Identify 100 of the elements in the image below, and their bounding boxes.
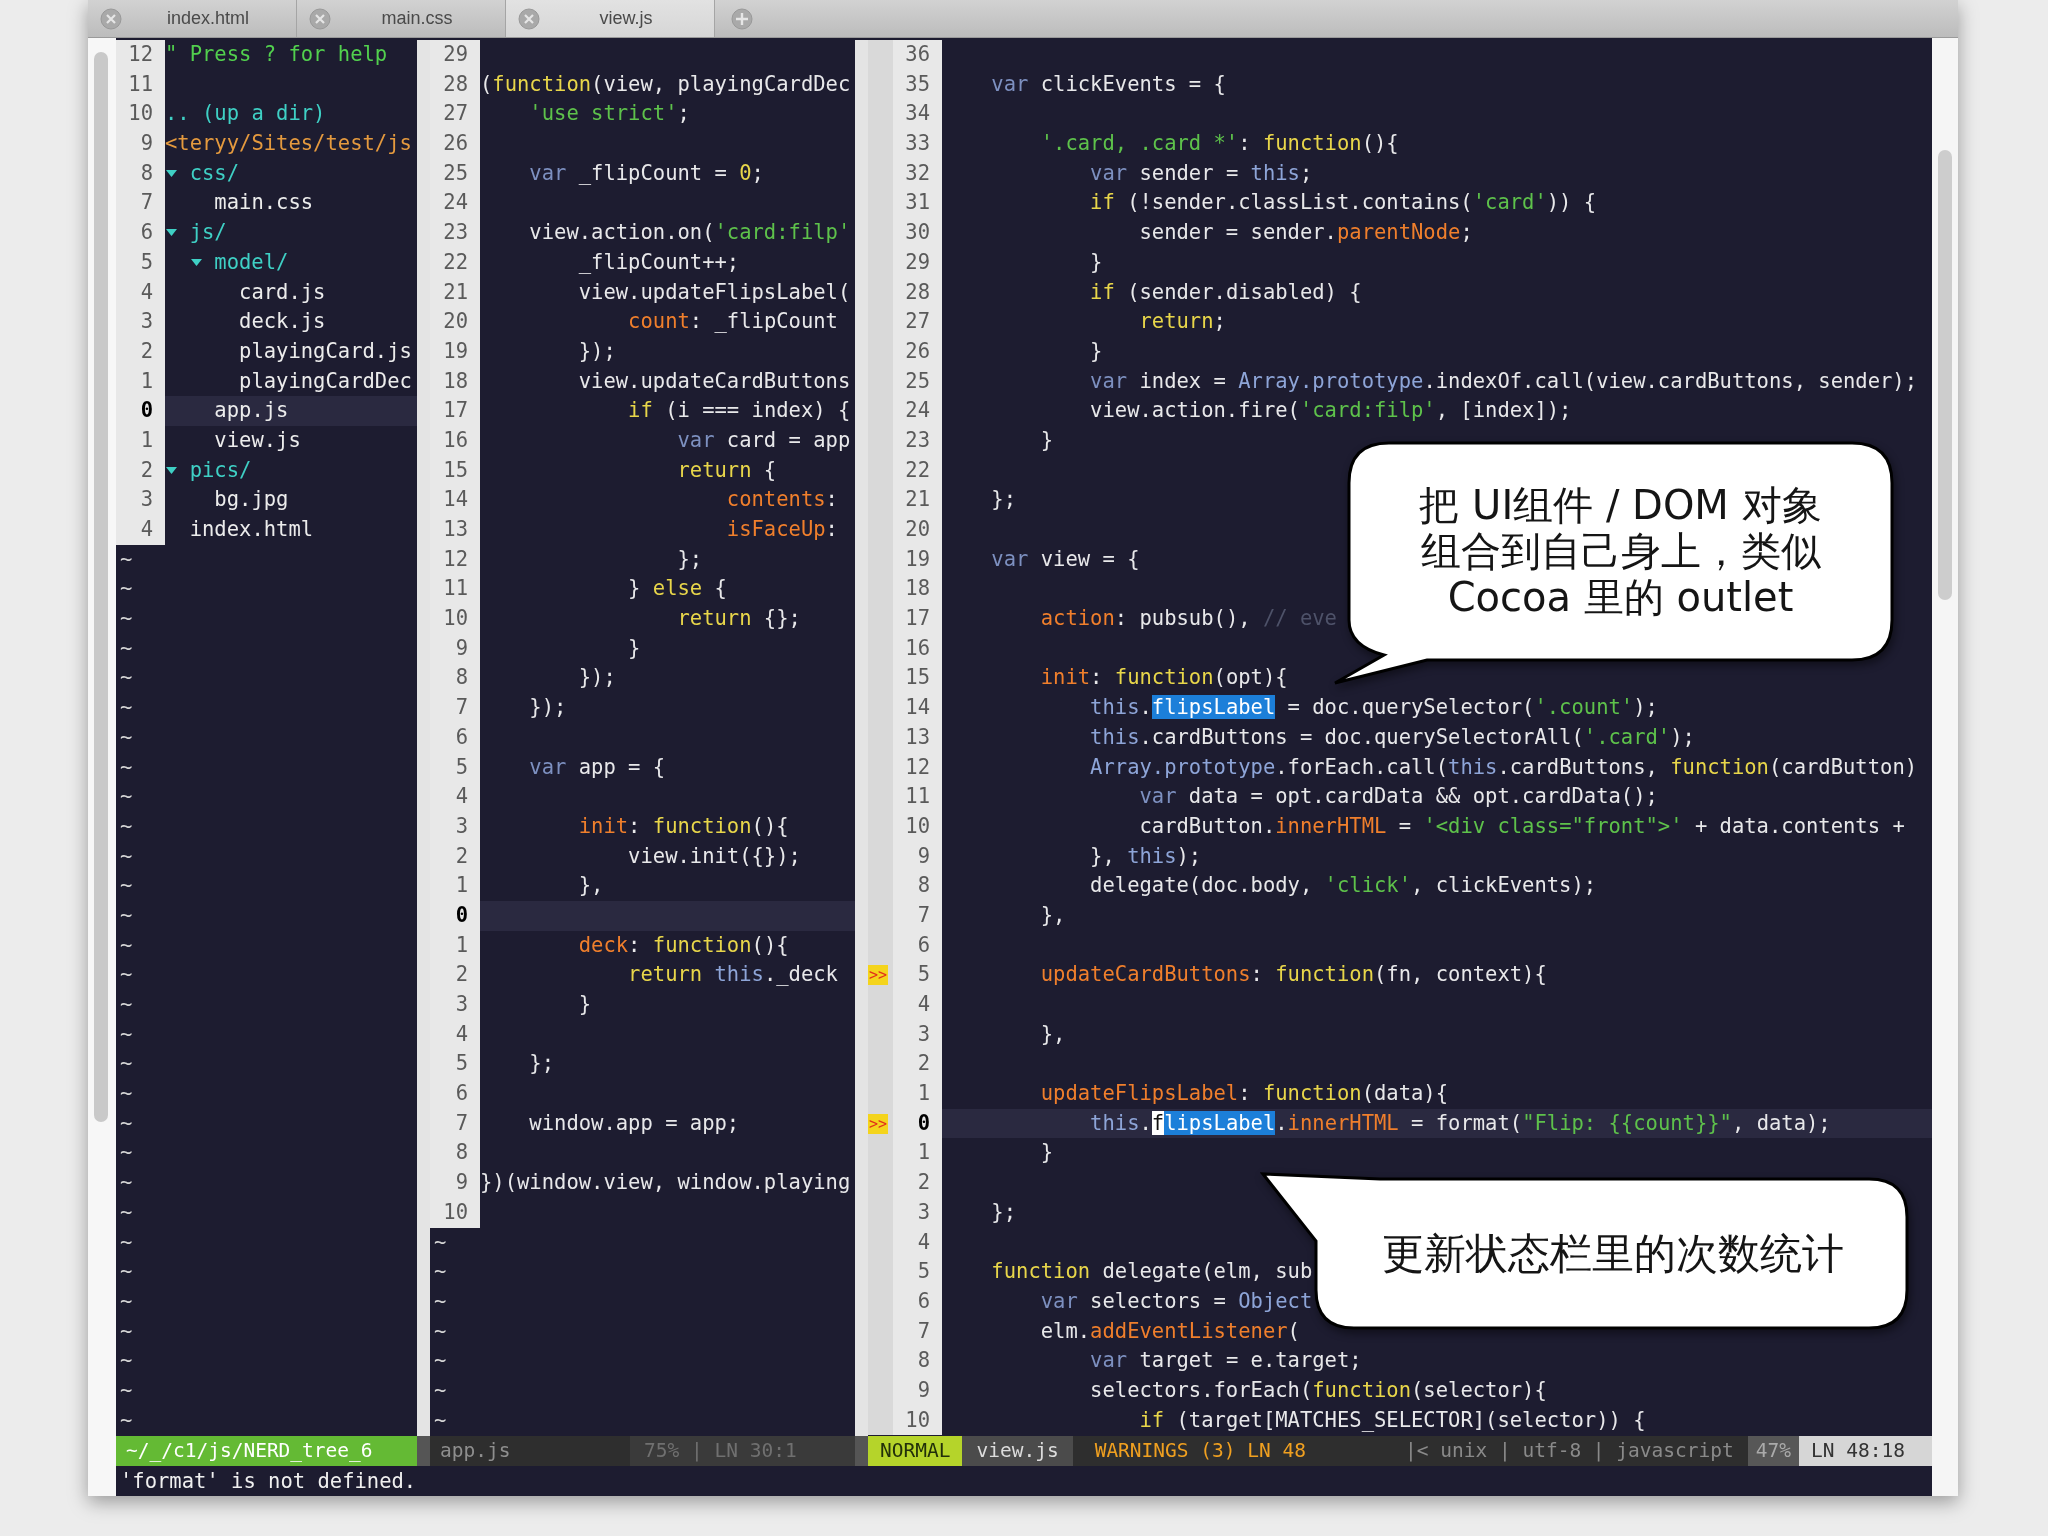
line-number: 36 <box>893 40 942 70</box>
close-icon[interactable] <box>518 7 540 30</box>
code-line: return; <box>1138 308 1226 336</box>
line-number: 21 <box>430 277 480 308</box>
folder-name[interactable]: js/ <box>189 218 227 248</box>
scrollbar-thumb[interactable] <box>1938 150 1952 600</box>
line-number: 30 <box>893 218 942 248</box>
error-message: 'format' is not defined. <box>120 1469 417 1493</box>
line-number: 10 <box>893 811 942 842</box>
filler-tilde: ~ <box>433 1347 447 1375</box>
code-line: contents: <box>725 486 838 514</box>
line-number: 7 <box>430 1108 480 1139</box>
close-icon[interactable] <box>309 7 331 30</box>
filler-tilde: ~ <box>119 931 133 959</box>
line-number: 2 <box>430 841 480 872</box>
file-name[interactable]: view.js <box>214 425 301 456</box>
filler-tilde: ~ <box>119 694 133 722</box>
line-number: 18 <box>430 366 480 397</box>
line-number: 29 <box>893 247 942 278</box>
tab[interactable]: view.js <box>506 0 715 37</box>
line-number: 2 <box>893 1168 942 1198</box>
code-line: updateCardButtons: function(fn, context){ <box>1039 961 1547 989</box>
line-number: 13 <box>893 722 942 753</box>
line-number: 4 <box>893 1227 942 1258</box>
line-number: 8 <box>430 1138 480 1169</box>
line-number: 2 <box>116 336 165 367</box>
code-line: }, <box>1039 901 1066 929</box>
line-number: 34 <box>893 99 942 130</box>
line-number: 19 <box>430 336 480 367</box>
plus-icon[interactable] <box>731 7 753 30</box>
file-name[interactable]: deck.js <box>239 307 326 337</box>
line-number: 2 <box>893 1049 942 1080</box>
line-number: 7 <box>430 693 480 723</box>
filler-tilde: ~ <box>119 605 133 633</box>
line-number: 23 <box>893 425 942 456</box>
filler-tilde: ~ <box>119 1139 133 1167</box>
file-name[interactable]: card.js <box>239 277 326 308</box>
filler-tilde: ~ <box>433 1228 447 1256</box>
file-name[interactable]: index.html <box>189 515 314 545</box>
code-line: }; <box>676 545 703 573</box>
filler-tilde: ~ <box>119 1376 133 1404</box>
code-line: return { <box>676 456 777 484</box>
line-number: 9 <box>893 1375 942 1406</box>
filler-tilde: ~ <box>119 545 133 573</box>
code-line: window.app = app; <box>528 1109 740 1137</box>
callout-text: 组合到自己身上，类似 <box>1420 527 1821 574</box>
file-name[interactable]: playingCard.js <box>239 336 412 367</box>
parent-dir-link[interactable]: .. (up a dir) <box>165 99 326 130</box>
line-number: 24 <box>893 396 942 426</box>
file-name[interactable]: bg.jpg <box>214 485 289 515</box>
filler-tilde: ~ <box>119 1258 133 1286</box>
file-info: |< unix | utf-8 | javascript <box>1404 1438 1735 1464</box>
tab[interactable]: main.css <box>297 0 506 37</box>
line-number: 1 <box>430 930 480 961</box>
folder-name[interactable]: model/ <box>214 247 289 278</box>
file-name[interactable]: main.css <box>214 188 314 219</box>
filler-tilde: ~ <box>119 1050 133 1078</box>
warning-sign: >> <box>868 1113 889 1134</box>
folder-name[interactable]: pics/ <box>189 455 252 486</box>
code-line: 'use strict'; <box>528 100 690 128</box>
line-number: 8 <box>893 871 942 901</box>
line-number: 1 <box>116 425 165 456</box>
line-number: 5 <box>116 247 165 278</box>
line-number: 5 <box>893 960 942 990</box>
line-number: 0 <box>430 900 480 931</box>
code-line: }); <box>577 664 616 692</box>
filler-tilde: ~ <box>119 753 133 781</box>
line-number: 5 <box>430 1049 480 1080</box>
line-number: 18 <box>893 574 942 605</box>
line-number: 7 <box>116 188 165 219</box>
line-number: 6 <box>116 218 165 248</box>
line-number: 14 <box>893 693 942 723</box>
scroll-percent: 47% <box>1747 1436 1799 1466</box>
code-line: updateFlipsLabel: function(data){ <box>1039 1080 1449 1108</box>
line-number: 9 <box>116 129 165 159</box>
close-icon[interactable] <box>100 7 122 30</box>
line-number: 12 <box>430 544 480 575</box>
tab[interactable]: index.html <box>88 0 297 37</box>
file-name[interactable]: playingCardDec <box>239 366 412 397</box>
line-number: 11 <box>893 782 942 812</box>
folder-name[interactable]: css/ <box>189 158 240 189</box>
code-line: } <box>1039 426 1054 454</box>
code-line: view.action.on('card:filp' <box>528 219 851 247</box>
filler-tilde: ~ <box>119 812 133 840</box>
code-line: deck: function(){ <box>577 931 789 959</box>
line-number: 10 <box>430 1197 480 1228</box>
code-line: }, <box>577 872 604 900</box>
line-number: 11 <box>116 69 165 100</box>
line-number: 6 <box>893 930 942 961</box>
code-line: } <box>577 991 592 1018</box>
filler-tilde: ~ <box>119 1287 133 1315</box>
code-line: return {}; <box>676 605 801 633</box>
scrollbar-thumb[interactable] <box>94 52 108 1122</box>
file-name[interactable]: app.js <box>214 396 289 426</box>
code-line: elm.addEventListener( <box>1039 1317 1300 1345</box>
filler-tilde: ~ <box>433 1376 447 1404</box>
statusline-file: app.js <box>439 1438 511 1464</box>
statusline-path: ~/_/c1/js/NERD_tree_6 <box>116 1436 417 1466</box>
cursor-position: LN 48:18 <box>1799 1436 1932 1466</box>
filler-tilde: ~ <box>119 1406 133 1434</box>
